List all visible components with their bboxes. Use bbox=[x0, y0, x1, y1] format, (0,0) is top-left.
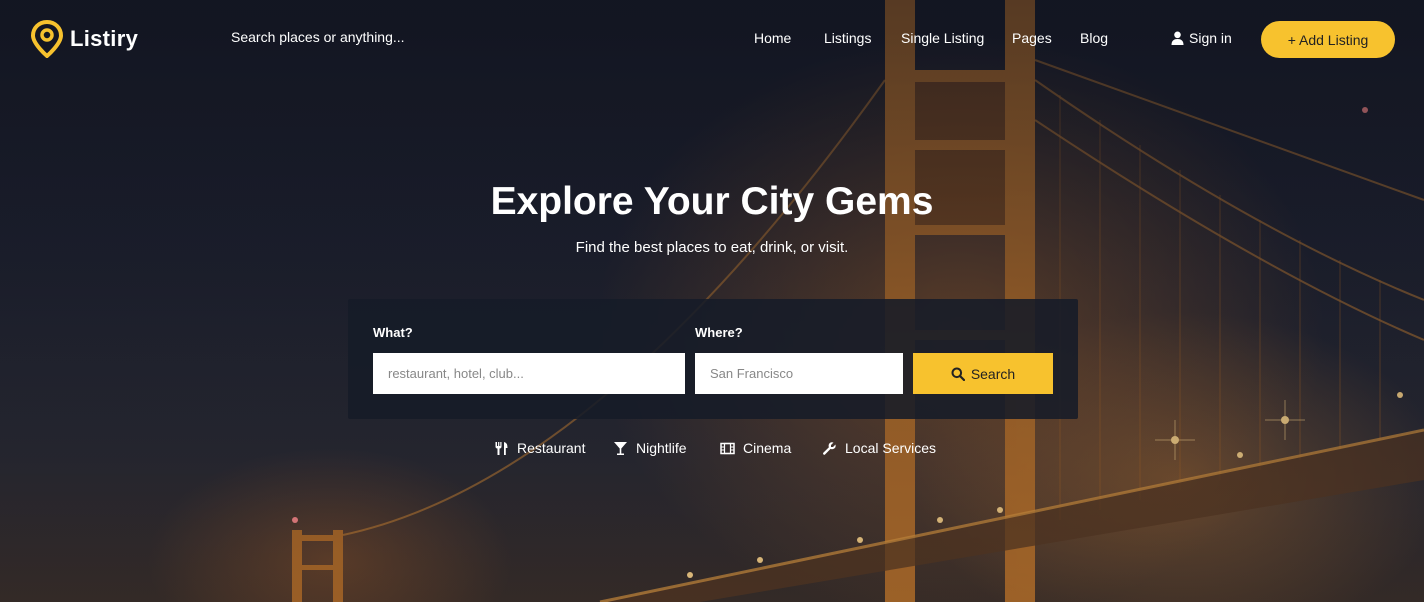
what-input[interactable] bbox=[373, 353, 685, 394]
category-restaurant[interactable]: Restaurant bbox=[494, 440, 585, 456]
brand-logo[interactable]: Listiry bbox=[30, 20, 138, 58]
map-pin-logo-icon bbox=[30, 20, 64, 58]
sign-in-link[interactable]: Sign in bbox=[1171, 30, 1232, 46]
site-header: Listiry Home Listings Single Listing Pag… bbox=[0, 0, 1424, 78]
add-listing-button[interactable]: + Add Listing bbox=[1261, 21, 1395, 58]
category-cinema[interactable]: Cinema bbox=[720, 440, 791, 456]
where-label: Where? bbox=[695, 325, 743, 340]
brand-name: Listiry bbox=[70, 26, 139, 51]
category-label: Nightlife bbox=[636, 440, 687, 456]
search-button[interactable]: Search bbox=[913, 353, 1053, 394]
what-label: What? bbox=[373, 325, 413, 340]
category-label: Restaurant bbox=[517, 440, 586, 456]
header-search-input[interactable] bbox=[231, 29, 491, 45]
hero-title: Explore Your City Gems bbox=[490, 180, 934, 223]
category-local-services[interactable]: Local Services bbox=[822, 440, 936, 456]
nav-blog[interactable]: Blog bbox=[1080, 30, 1108, 46]
fork-knife-icon bbox=[495, 441, 508, 455]
category-label: Local Services bbox=[845, 440, 937, 456]
category-nightlife[interactable]: Nightlife bbox=[613, 440, 687, 456]
where-input[interactable] bbox=[695, 353, 903, 394]
nav-home[interactable]: Home bbox=[754, 30, 791, 46]
hero-subtitle: Find the best places to eat, drink, or v… bbox=[575, 239, 849, 256]
search-button-label: Search bbox=[970, 365, 1016, 382]
nav-listings[interactable]: Listings bbox=[824, 30, 871, 46]
nav-pages[interactable]: Pages bbox=[1012, 30, 1052, 46]
search-panel: What? Where? Search bbox=[348, 299, 1078, 419]
wrench-icon bbox=[822, 441, 836, 455]
user-icon bbox=[1171, 31, 1184, 45]
nav-single-listing[interactable]: Single Listing bbox=[901, 30, 984, 46]
category-label: Cinema bbox=[743, 440, 792, 456]
sign-in-label: Sign in bbox=[1189, 30, 1232, 46]
film-icon bbox=[720, 442, 735, 454]
cocktail-icon bbox=[614, 441, 627, 455]
search-icon bbox=[951, 367, 965, 381]
